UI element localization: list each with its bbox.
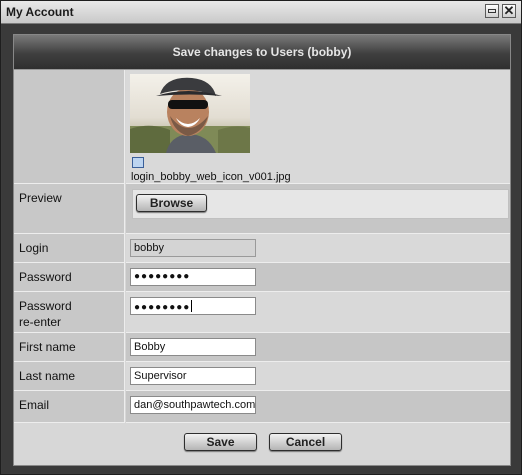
window-title: My Account	[6, 5, 74, 19]
password-value-cell: ●●●●●●●●	[126, 263, 510, 292]
password-reenter-label-line2: re-enter	[19, 315, 62, 329]
window-content: Save changes to Users (bobby) login_bobb…	[2, 24, 520, 473]
last-name-row: Last name Supervisor	[14, 362, 510, 391]
first-name-value-cell: Bobby	[126, 333, 510, 362]
title-bar[interactable]: My Account ✕	[1, 1, 521, 24]
login-label: Login	[19, 241, 49, 255]
close-button[interactable]: ✕	[502, 3, 516, 18]
password-reenter-value-cell: ●●●●●●●●	[126, 292, 510, 333]
panel-title: Save changes to Users (bobby)	[172, 45, 352, 59]
first-name-field[interactable]: Bobby	[130, 338, 256, 356]
password-label: Password	[19, 270, 72, 284]
login-value-cell: bobby	[126, 234, 510, 263]
edit-user-panel: Save changes to Users (bobby) login_bobb…	[13, 34, 511, 466]
email-label: Email	[19, 398, 50, 412]
minimize-icon	[488, 9, 496, 13]
email-field[interactable]: dan@southpawtech.com	[130, 396, 256, 414]
photo-value-cell: login_bobby_web_icon_v001.jpg	[126, 70, 510, 184]
preview-row: Preview Browse	[14, 184, 510, 234]
cancel-button[interactable]: Cancel	[269, 433, 342, 451]
image-file-icon	[132, 157, 144, 168]
password-label-cell: Password	[14, 263, 125, 292]
preview-label: Preview	[19, 191, 62, 205]
last-name-label: Last name	[19, 369, 76, 383]
last-name-field[interactable]: Supervisor	[130, 367, 256, 385]
photo-filename[interactable]: login_bobby_web_icon_v001.jpg	[131, 171, 291, 183]
last-name-label-cell: Last name	[14, 362, 125, 391]
preview-value-cell: Browse	[126, 184, 510, 234]
first-name-label-cell: First name	[14, 333, 125, 362]
password-reenter-value: ●●●●●●●●	[134, 302, 191, 313]
first-name-row: First name Bobby	[14, 333, 510, 362]
password-reenter-row: Password re-enter ●●●●●●●●	[14, 292, 510, 333]
password-row: Password ●●●●●●●●	[14, 263, 510, 292]
close-icon: ✕	[503, 3, 515, 18]
preview-label-cell: Preview	[14, 184, 125, 234]
last-name-value-cell: Supervisor	[126, 362, 510, 391]
password-reenter-label: Password re-enter	[19, 298, 72, 330]
password-field[interactable]: ●●●●●●●●	[130, 268, 256, 286]
save-button[interactable]: Save	[184, 433, 257, 451]
password-reenter-label-line1: Password	[19, 299, 72, 313]
panel-header: Save changes to Users (bobby)	[14, 35, 510, 70]
my-account-window: My Account ✕ Save changes to Users (bobb…	[0, 0, 522, 475]
photo-label-cell	[14, 70, 125, 184]
password-reenter-label-cell: Password re-enter	[14, 292, 125, 333]
password-reenter-field[interactable]: ●●●●●●●●	[130, 297, 256, 315]
email-row: Email dan@southpawtech.com	[14, 391, 510, 423]
login-row: Login bobby	[14, 234, 510, 263]
dialog-footer: Save Cancel	[14, 424, 510, 465]
minimize-button[interactable]	[485, 4, 499, 18]
user-photo[interactable]	[130, 74, 250, 153]
email-value-cell: dan@southpawtech.com	[126, 391, 510, 423]
text-cursor	[191, 300, 193, 312]
first-name-label: First name	[19, 340, 76, 354]
photo-row: login_bobby_web_icon_v001.jpg	[14, 70, 510, 184]
login-field: bobby	[130, 239, 256, 257]
file-upload-area: Browse	[132, 189, 509, 219]
email-label-cell: Email	[14, 391, 125, 423]
browse-button[interactable]: Browse	[136, 194, 207, 212]
login-label-cell: Login	[14, 234, 125, 263]
